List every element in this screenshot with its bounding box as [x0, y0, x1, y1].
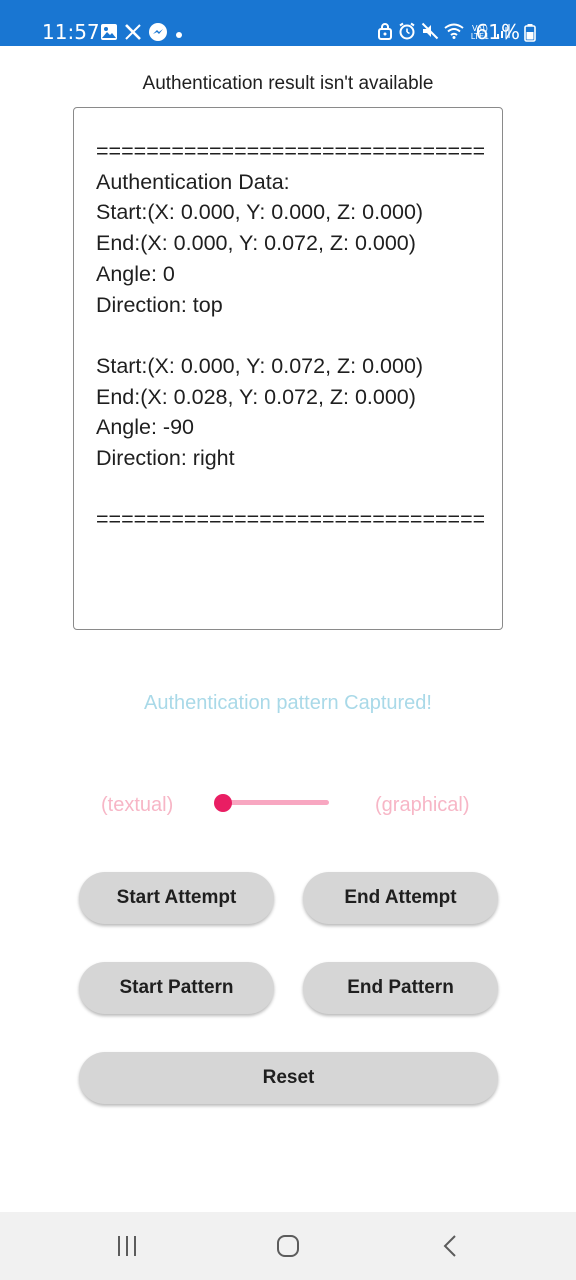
- graphical-mode-label: (graphical): [375, 794, 470, 816]
- navigation-bar: [0, 1212, 576, 1280]
- gallery-icon: [100, 23, 118, 45]
- reset-button[interactable]: Reset: [79, 1052, 498, 1104]
- status-bar: 11:57 Vo)) LTE1 61%: [0, 0, 576, 46]
- auth-data-log[interactable]: ================================ Authent…: [73, 107, 503, 630]
- lock-icon: [377, 22, 393, 44]
- dot-icon: [174, 25, 184, 44]
- auth-data-log-text: ================================ Authent…: [96, 139, 484, 532]
- home-icon[interactable]: [276, 1234, 300, 1263]
- notification-icons: [100, 22, 184, 46]
- end-attempt-button[interactable]: End Attempt: [303, 872, 498, 924]
- mute-icon: [421, 22, 439, 44]
- textual-mode-label: (textual): [101, 794, 174, 816]
- alarm-icon: [398, 22, 416, 44]
- status-time: 11:57: [42, 20, 100, 44]
- end-pattern-button[interactable]: End Pattern: [303, 962, 498, 1014]
- toggle-track[interactable]: [223, 800, 329, 805]
- toggle-thumb[interactable]: [214, 794, 232, 812]
- recent-apps-icon[interactable]: [116, 1234, 138, 1263]
- start-attempt-button[interactable]: Start Attempt: [79, 872, 274, 924]
- x-logo-icon: [124, 23, 142, 45]
- start-pattern-button[interactable]: Start Pattern: [79, 962, 274, 1014]
- wifi-icon: [444, 23, 464, 43]
- auth-result-title: Authentication result isn't available: [142, 73, 434, 94]
- battery-level: 61%: [475, 20, 520, 44]
- back-icon[interactable]: [440, 1234, 460, 1263]
- battery-icon: [524, 24, 536, 46]
- capture-status-message: Authentication pattern Captured!: [144, 692, 432, 714]
- messenger-icon: [148, 22, 168, 46]
